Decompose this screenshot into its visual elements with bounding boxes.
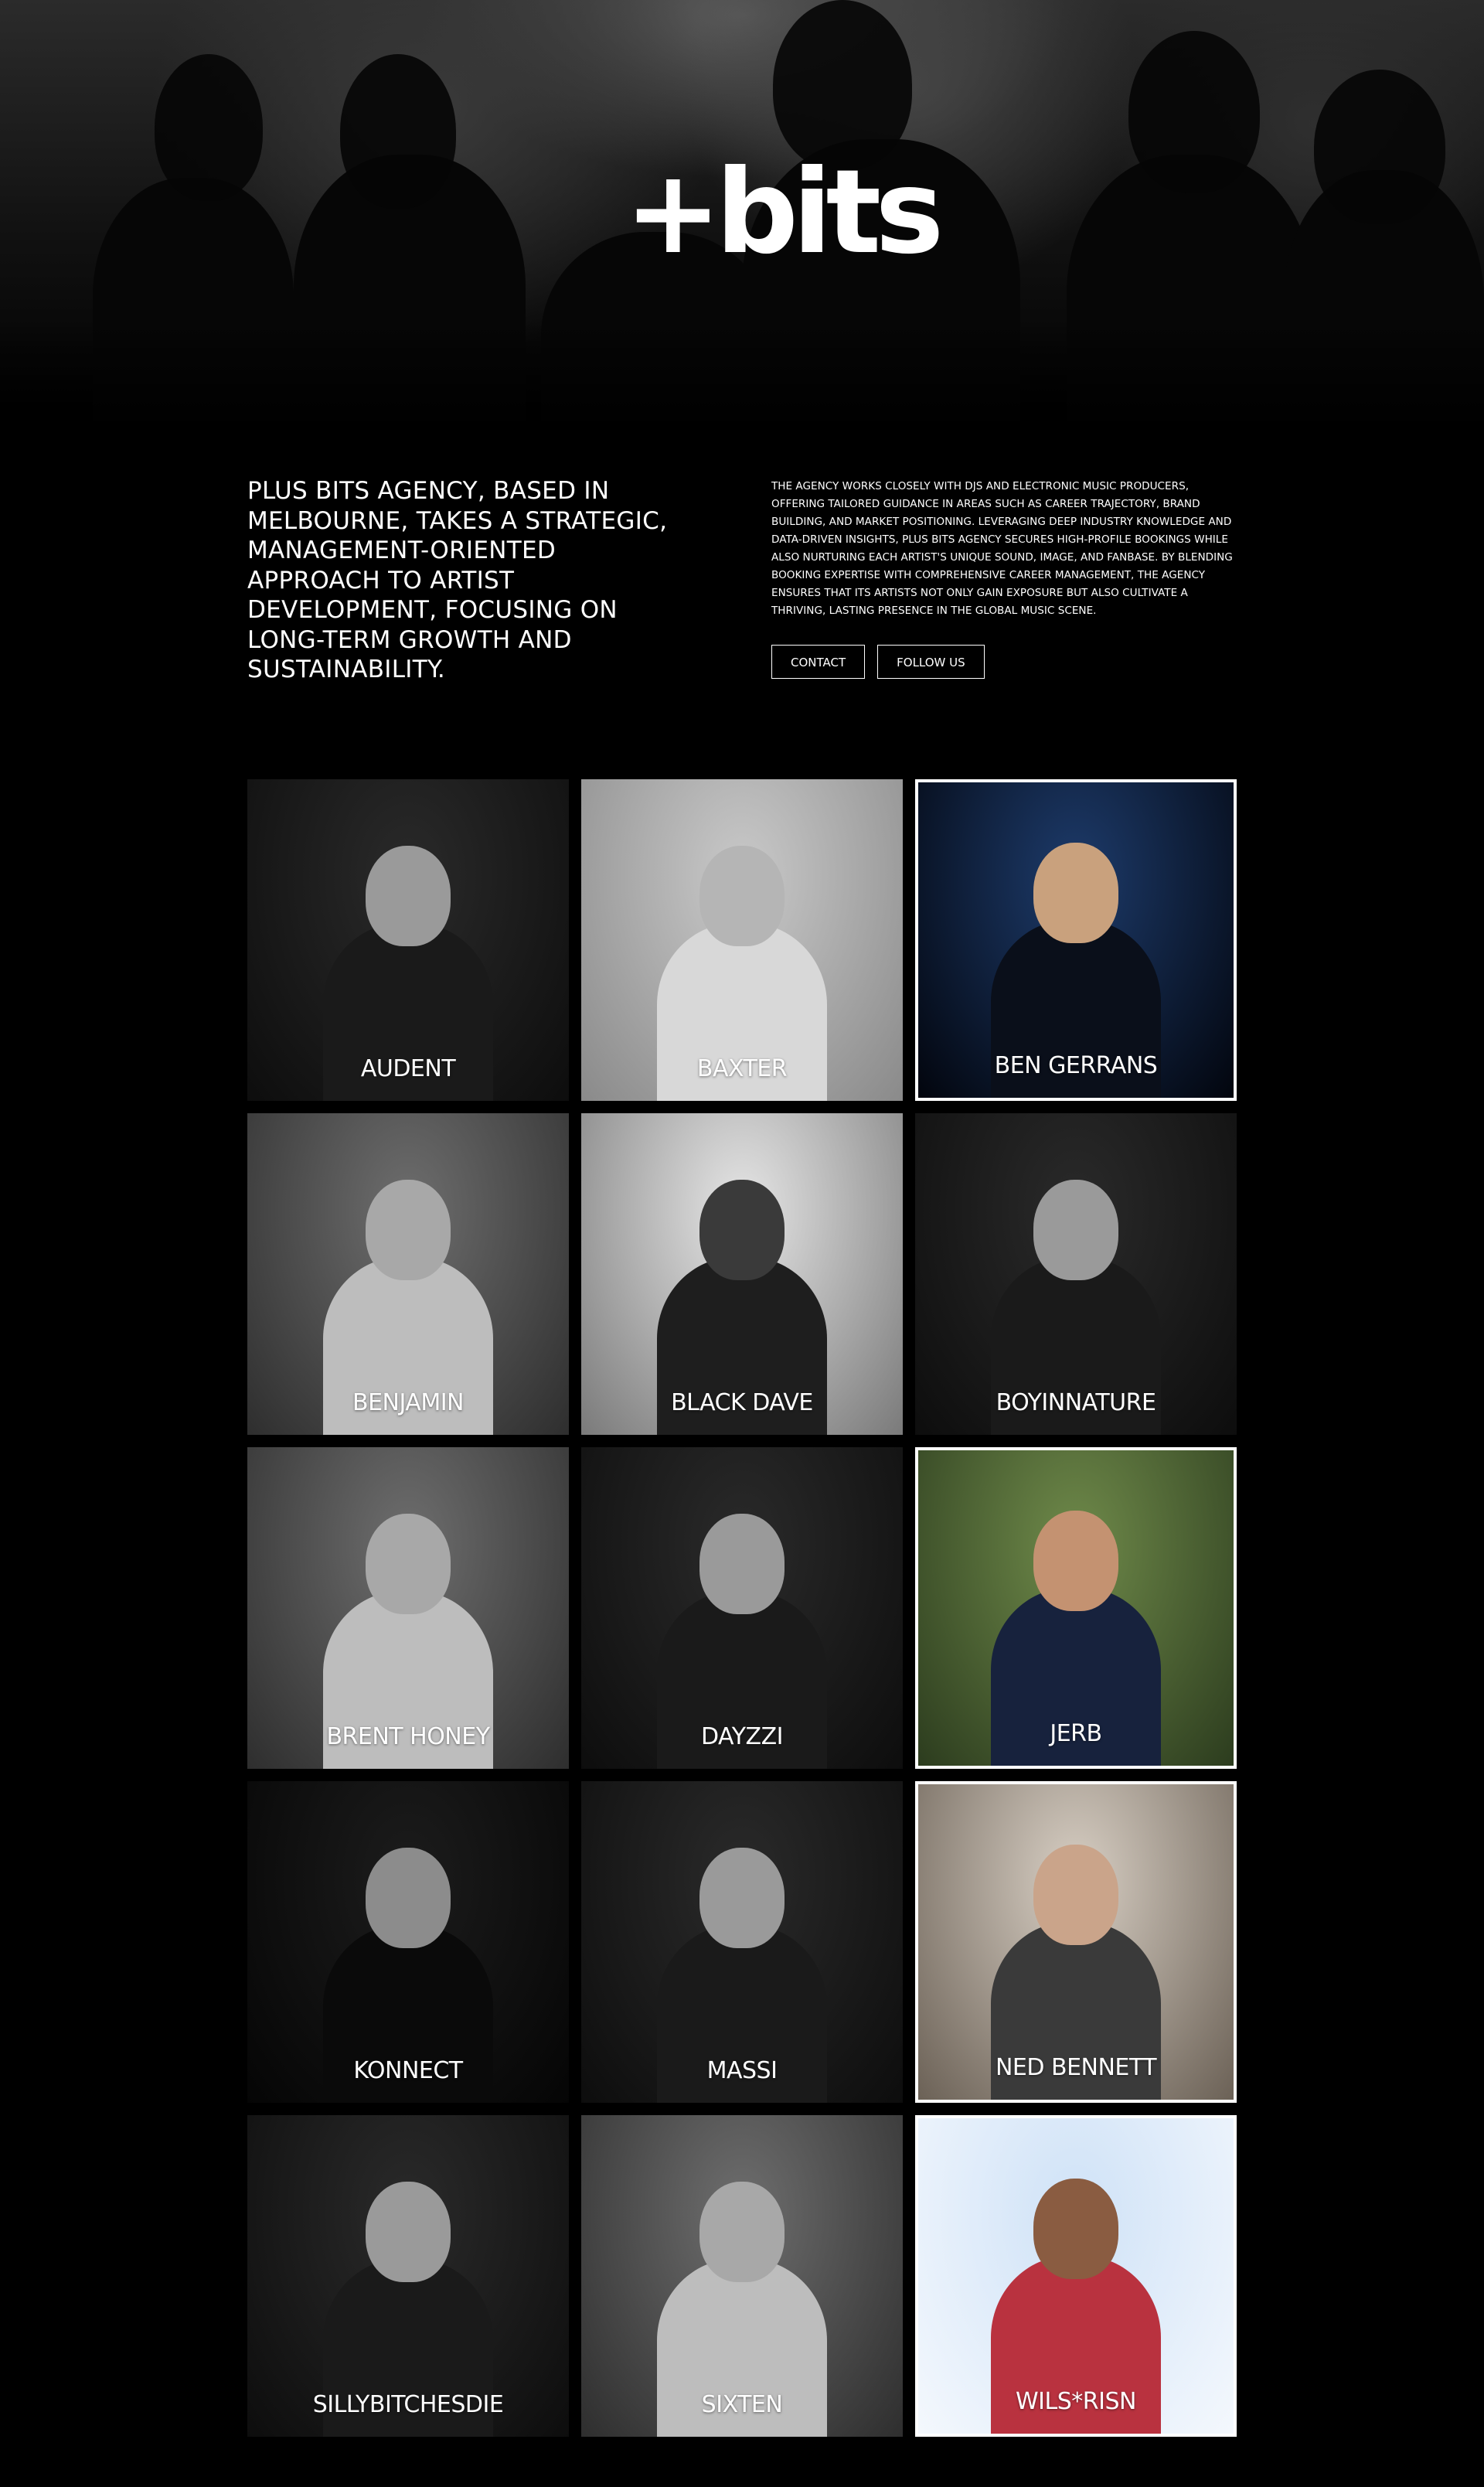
artist-face: [366, 1848, 451, 1948]
artist-name: sillybitchesdie: [312, 2391, 504, 2418]
artist-tile[interactable]: Massi: [581, 1781, 903, 2103]
artist-photo: [581, 1447, 903, 1769]
artist-photo: [581, 1113, 903, 1435]
artist-photo: [918, 2118, 1234, 2434]
crowd-silhouette: [340, 54, 456, 209]
artist-tile[interactable]: Jerb: [915, 1447, 1237, 1769]
artist-name: Ned Bennett: [995, 2054, 1157, 2081]
artist-name: Dayzzi: [700, 1723, 784, 1750]
artist-face: [366, 1514, 451, 1614]
artist-tile[interactable]: Sixten: [581, 2115, 903, 2437]
artist-face: [366, 2182, 451, 2282]
artist-face: [699, 2182, 785, 2282]
artist-photo: [918, 1784, 1234, 2100]
artist-face: [1033, 843, 1118, 943]
artist-tile[interactable]: Ben Gerrans: [915, 779, 1237, 1101]
intro-headline: Plus Bits Agency, based in Melbourne, ta…: [247, 477, 668, 683]
artist-tile[interactable]: Baxter: [581, 779, 903, 1101]
artist-tile[interactable]: Brent Honey: [247, 1447, 569, 1769]
artist-face: [699, 846, 785, 946]
artist-tile[interactable]: Audent: [247, 779, 569, 1101]
artist-tile[interactable]: Wils*Risn: [915, 2115, 1237, 2437]
artist-name: Ben Gerrans: [994, 1052, 1158, 1079]
artist-tile[interactable]: Dayzzi: [581, 1447, 903, 1769]
artist-tile[interactable]: Konnect: [247, 1781, 569, 2103]
cta-buttons: Contact Follow Us: [771, 645, 985, 679]
crowd-silhouette: [1128, 31, 1260, 193]
hero-fade: [0, 321, 1484, 429]
artist-name: Sixten: [701, 2391, 783, 2418]
artist-photo: [247, 2115, 569, 2437]
crowd-silhouette: [773, 0, 912, 170]
artist-tile[interactable]: Ned Bennett: [915, 1781, 1237, 2103]
artist-tile[interactable]: Benjamin: [247, 1113, 569, 1435]
artist-photo: [247, 1113, 569, 1435]
artist-face: [1033, 1180, 1118, 1280]
artist-name: Konnect: [353, 2057, 463, 2084]
artist-tile[interactable]: Boyinnature: [915, 1113, 1237, 1435]
artist-face: [699, 1514, 785, 1614]
follow-us-button[interactable]: Follow Us: [877, 645, 985, 679]
artist-name: Audent: [360, 1055, 456, 1082]
artist-face: [1033, 1511, 1118, 1611]
artist-photo: [581, 779, 903, 1101]
artist-name: Benjamin: [352, 1389, 465, 1416]
artist-name: Boyinnature: [996, 1389, 1156, 1416]
artist-name: Brent Honey: [326, 1723, 490, 1750]
artist-face: [1033, 2179, 1118, 2279]
crowd-silhouette: [155, 54, 263, 201]
artist-face: [1033, 1845, 1118, 1945]
hero-banner: +bits: [0, 0, 1484, 429]
artist-name: Wils*Risn: [1016, 2388, 1136, 2415]
artist-name: Jerb: [1050, 1720, 1102, 1747]
artist-photo: [247, 779, 569, 1101]
artist-name: Black Dave: [671, 1389, 813, 1416]
artist-photo: [581, 1781, 903, 2103]
artist-tile[interactable]: Black Dave: [581, 1113, 903, 1435]
artist-face: [366, 846, 451, 946]
artist-face: [699, 1848, 785, 1948]
artist-photo: [581, 2115, 903, 2437]
artist-photo: [247, 1781, 569, 2103]
artist-grid: Audent Baxter Ben Gerrans Benjamin Black Dav…: [247, 779, 1237, 2437]
artist-face: [366, 1180, 451, 1280]
artist-photo: [247, 1447, 569, 1769]
artist-name: Massi: [706, 2057, 778, 2084]
artist-photo: [915, 1113, 1237, 1435]
artist-tile[interactable]: sillybitchesdie: [247, 2115, 569, 2437]
bits-logo[interactable]: +bits: [625, 155, 944, 271]
contact-button[interactable]: Contact: [771, 645, 866, 679]
artist-face: [699, 1180, 785, 1280]
intro-description: The agency works closely with DJs and el…: [771, 480, 1233, 617]
artist-photo: [918, 1450, 1234, 1766]
artist-name: Baxter: [696, 1055, 788, 1082]
crowd-silhouette: [1314, 70, 1445, 224]
artist-photo: [918, 782, 1234, 1098]
